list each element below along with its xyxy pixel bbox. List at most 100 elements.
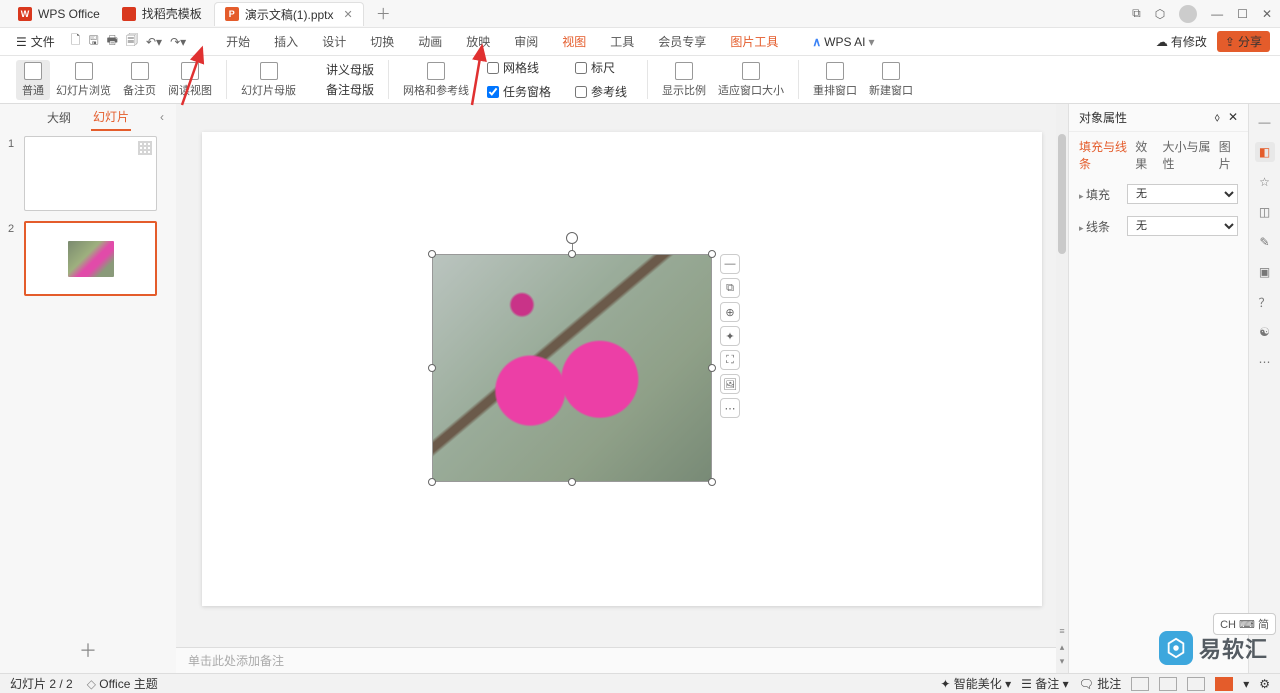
thumbnail[interactable] — [24, 221, 157, 296]
view-notes-button[interactable]: 备注页 — [117, 60, 162, 100]
resize-handle-br[interactable] — [708, 478, 716, 486]
app-tab[interactable]: W WPS Office — [8, 2, 110, 26]
page-indicator[interactable]: 幻灯片 2 / 2 — [10, 675, 73, 692]
tab-effect[interactable]: 效果 — [1135, 138, 1154, 172]
guides-button[interactable]: 网格和参考线 — [397, 60, 475, 100]
tab-member[interactable]: 会员专享 — [646, 29, 718, 54]
tab-review[interactable]: 审阅 — [502, 29, 550, 54]
notes-area[interactable]: 单击此处添加备注 — [176, 647, 1068, 673]
share-button[interactable]: ⇪ 分享 — [1217, 31, 1270, 52]
grid-check-input[interactable] — [487, 62, 499, 74]
ruler-checkbox[interactable]: 标尺 — [569, 57, 633, 78]
scroll-sep-icon[interactable]: ≡ — [1056, 625, 1068, 637]
taskpane-checkbox[interactable]: 任务窗格 — [481, 81, 557, 102]
tab-picture[interactable]: 图片 — [1219, 138, 1238, 172]
view-read-button[interactable]: 阅读视图 — [162, 60, 218, 100]
rail-layers-icon[interactable]: ◫ — [1255, 202, 1275, 222]
tab-transition[interactable]: 切换 — [358, 29, 406, 54]
close-tab-icon[interactable]: ✕ — [344, 8, 353, 21]
rail-robot-icon[interactable]: ☯ — [1255, 322, 1275, 342]
save-icon[interactable]: 🖫 — [88, 31, 98, 52]
resize-handle-l[interactable] — [428, 364, 436, 372]
preview-icon[interactable]: 🗐 — [126, 31, 138, 52]
flower-image[interactable] — [432, 254, 712, 482]
float-magic-icon[interactable]: ✦ — [720, 326, 740, 346]
notes-master-button[interactable]: 备注母版 — [308, 81, 374, 98]
scrollbar-thumb[interactable] — [1058, 134, 1066, 254]
rail-more-icon[interactable]: ⋯ — [1255, 352, 1275, 372]
minimize-icon[interactable]: ― — [1211, 7, 1223, 21]
float-zoom-icon[interactable]: ⊕ — [720, 302, 740, 322]
slide-thumb-1[interactable]: 1 — [8, 136, 168, 211]
line-select[interactable]: 无 — [1127, 216, 1238, 236]
rail-help-icon[interactable]: ？ — [1255, 292, 1275, 312]
resize-handle-tr[interactable] — [708, 250, 716, 258]
view-sorter-icon[interactable] — [1159, 677, 1177, 691]
scroll-down-icon[interactable]: ▾ — [1056, 655, 1068, 667]
float-collapse-icon[interactable]: ― — [720, 254, 740, 274]
new-tab-button[interactable]: ＋ — [366, 3, 401, 24]
rail-edit-icon[interactable]: ✎ — [1255, 232, 1275, 252]
resize-handle-bl[interactable] — [428, 478, 436, 486]
view-browse-button[interactable]: 幻灯片浏览 — [50, 60, 117, 100]
tab-tools[interactable]: 工具 — [598, 29, 646, 54]
handout-master-button[interactable]: 讲义母版 — [308, 61, 374, 78]
close-window-icon[interactable]: ✕ — [1262, 7, 1272, 21]
tab-insert[interactable]: 插入 — [262, 29, 310, 54]
slides-tab[interactable]: 幻灯片 — [91, 104, 131, 131]
slide-master-button[interactable]: 幻灯片母版 — [235, 60, 302, 100]
add-slide-button[interactable]: ＋ — [0, 627, 176, 673]
vertical-scrollbar[interactable]: ≡ ▴ ▾ — [1056, 104, 1068, 673]
ruler-check-input[interactable] — [575, 62, 587, 74]
beautify-button[interactable]: ✦ 智能美化 ▾ — [940, 675, 1011, 692]
float-crop-icon[interactable]: ⧉ — [720, 278, 740, 298]
maximize-icon[interactable]: ☐ — [1237, 7, 1248, 21]
tab-design[interactable]: 设计 — [310, 29, 358, 54]
taskpane-check-input[interactable] — [487, 86, 499, 98]
undo-icon[interactable]: ↶▾ — [146, 35, 162, 49]
status-notes-button[interactable]: ☰ 备注 ▾ — [1021, 675, 1068, 692]
collapse-panel-icon[interactable]: ‹ — [160, 110, 164, 124]
rail-star-icon[interactable]: ☆ — [1255, 172, 1275, 192]
template-tab[interactable]: 找稻壳模板 — [112, 2, 212, 26]
resize-handle-b[interactable] — [568, 478, 576, 486]
rail-image-icon[interactable]: ▣ — [1255, 262, 1275, 282]
view-reading-icon[interactable] — [1187, 677, 1205, 691]
wps-ai-button[interactable]: ∧ WPS AI ▾ — [812, 35, 874, 49]
fit-window-button[interactable]: 适应窗口大小 — [712, 60, 790, 100]
new-window-button[interactable]: 新建窗口 — [863, 60, 919, 100]
changes-indicator[interactable]: ☁ 有修改 — [1156, 33, 1207, 50]
tab-start[interactable]: 开始 — [214, 29, 262, 54]
status-comments-button[interactable]: 🗨 批注 — [1079, 675, 1122, 692]
grid-checkbox[interactable]: 网格线 — [481, 57, 557, 78]
rail-collapse-icon[interactable]: ― — [1255, 112, 1275, 132]
close-panel-icon[interactable]: ✕ — [1228, 110, 1238, 125]
outline-tab[interactable]: 大纲 — [45, 105, 73, 130]
restore-icon[interactable]: ⧉ — [1132, 6, 1141, 21]
selected-image[interactable]: ― ⧉ ⊕ ✦ ⛶ 🖼 ⋯ — [432, 254, 712, 482]
scroll-up-icon[interactable]: ▴ — [1056, 641, 1068, 653]
tab-fill-line[interactable]: 填充与线条 — [1079, 138, 1127, 172]
avatar-icon[interactable] — [1179, 5, 1197, 23]
fill-select[interactable]: 无 — [1127, 184, 1238, 204]
refline-checkbox[interactable]: 参考线 — [569, 81, 633, 102]
view-normal-icon[interactable] — [1131, 677, 1149, 691]
document-tab[interactable]: P 演示文稿(1).pptx ✕ — [214, 2, 364, 26]
tab-size[interactable]: 大小与属性 — [1163, 138, 1211, 172]
zoom-settings-icon[interactable]: ⚙ — [1259, 677, 1270, 691]
file-menu[interactable]: ☰ 文件 — [10, 31, 61, 52]
resize-handle-t[interactable] — [568, 250, 576, 258]
tab-picture-tools[interactable]: 图片工具 — [718, 29, 790, 54]
canvas-scroll[interactable]: ― ⧉ ⊕ ✦ ⛶ 🖼 ⋯ — [176, 104, 1068, 647]
float-replace-icon[interactable]: 🖼 — [720, 374, 740, 394]
redo-icon[interactable]: ↷▾ — [170, 35, 186, 49]
tab-slideshow[interactable]: 放映 — [454, 29, 502, 54]
slide-canvas[interactable]: ― ⧉ ⊕ ✦ ⛶ 🖼 ⋯ — [202, 132, 1042, 606]
float-more-icon[interactable]: ⋯ — [720, 398, 740, 418]
resize-handle-r[interactable] — [708, 364, 716, 372]
tab-view[interactable]: 视图 — [550, 29, 598, 54]
zoom-button[interactable]: 显示比例 — [656, 60, 712, 100]
pin-icon[interactable]: ⬨ — [1215, 110, 1220, 125]
cube-icon[interactable]: ⬡ — [1155, 7, 1165, 21]
tab-animation[interactable]: 动画 — [406, 29, 454, 54]
